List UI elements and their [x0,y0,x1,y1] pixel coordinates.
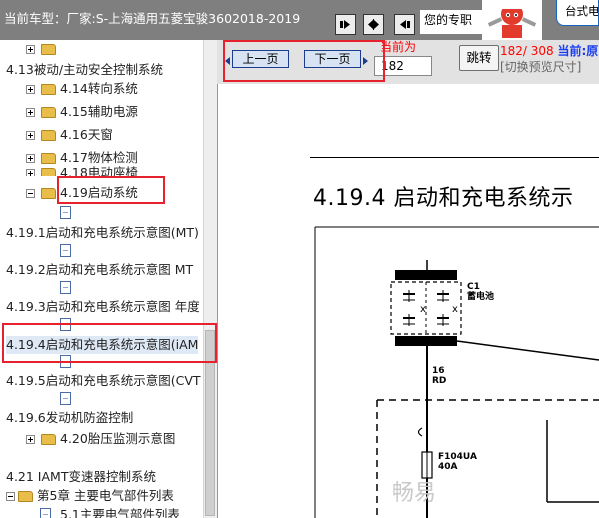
document-icon [60,281,71,294]
expand-plus-icon[interactable] [26,435,35,444]
folder-icon [41,84,56,95]
highlight-page-nav [223,40,385,82]
jump-button[interactable]: 跳转 [459,45,499,71]
expand-plus-icon[interactable] [26,45,35,54]
highlight-tree-4-19 [57,176,165,204]
brand-box: 台式电 [556,0,599,26]
chapter-tree: 4.13被动/主动安全控制系统 4.14转向系统 4.15辅助电源 4.16天窗… [0,40,203,518]
document-icon [60,206,71,219]
wire-number-label: 16 [432,366,445,376]
split-view-button[interactable] [363,14,384,35]
toggle-preview-size-link[interactable]: [切换预览尺寸] [500,58,581,75]
wire-color-label: RD [432,376,447,386]
split-arrows-icon [368,19,379,30]
expand-plus-icon[interactable] [26,169,35,176]
collapse-minus-icon[interactable] [26,189,35,198]
tree-item-4-18[interactable]: 4.18电动座椅 [26,164,138,176]
tree-item-4-19-3[interactable]: 4.19.3启动和充电系统示意图 年度 [6,298,200,316]
fuse-ref-label: F104UA [438,452,477,462]
folder-icon [41,153,56,164]
battery-ref-label: C1 [467,282,480,292]
folder-icon [41,107,56,118]
tree-item-4-19-6[interactable]: 4.19.6发动机防盗控制 [6,409,133,427]
highlight-tree-4-19-4 [2,323,217,363]
nav-back-button[interactable] [394,14,415,35]
document-title: 4.19.4 启动和充电系统示 [313,186,574,211]
collapse-minus-icon[interactable] [6,492,15,501]
svg-text:x: x [452,304,458,315]
page-count-value: 182/ 308 [500,44,554,58]
watermark-text: 畅易 [392,481,436,506]
tree-item-5-1[interactable]: 5.1主要电气部件列表 [60,506,180,518]
tree-item-4-15[interactable]: 4.15辅助电源 [26,103,138,121]
play-right-icon [340,20,350,29]
folder-open-icon [41,188,56,199]
battery-top-bar [395,270,457,280]
document-header-rule [310,157,599,158]
document-icon [60,244,71,257]
current-page-label: 当前为 [380,40,417,54]
tree-item-4-14[interactable]: 4.14转向系统 [26,80,138,98]
brand-slogan: 您的专职 [420,10,484,34]
nav-forward-button[interactable] [335,14,356,35]
tree-item-chapter-5[interactable]: 第5章 主要电气部件列表 [6,487,174,505]
current-model-info: 当前车型：厂家:S-上海通用五菱宝骏3602018-2019 [4,11,339,26]
folder-icon [41,130,56,141]
current-model-value: 厂家:S-上海通用五菱宝骏3602018-2019 [66,11,301,26]
mascot-logo [482,0,542,40]
expand-plus-icon[interactable] [26,154,35,163]
folder-icon [41,434,56,445]
document-icon [60,392,71,405]
tree-item-4-20[interactable]: 4.20胎压监测示意图 [26,430,175,448]
battery-bottom-bar [395,336,457,346]
play-left-icon [400,20,410,29]
tree-item-4-19-5[interactable]: 4.19.5启动和充电系统示意图(CVT [6,372,201,390]
document-icon [40,508,51,518]
tree-item-4-19-1[interactable]: 4.19.1启动和充电系统示意图(MT) [6,224,199,242]
page-current-link[interactable]: 当前:原 [558,44,599,58]
svg-text:x: x [420,304,426,315]
mechanic-mascot-icon [487,3,537,38]
tree-item-4-19-2[interactable]: 4.19.2启动和充电系统示意图 MT [6,261,193,279]
tree-item-folder-0[interactable] [26,40,60,58]
expand-plus-icon[interactable] [26,108,35,117]
fuse-rating-label: 40A [438,462,458,472]
battery-name-label: 蓄电池 [467,292,495,302]
folder-icon [41,168,56,176]
folder-open-icon [18,491,33,502]
tree-item-4-13[interactable]: 4.13被动/主动安全控制系统 [6,61,163,79]
wiring-diagram: x x 畅易 [314,226,599,518]
tree-item-4-16[interactable]: 4.16天窗 [26,126,113,144]
battery-cells: x x [403,290,458,326]
expand-plus-icon[interactable] [26,131,35,140]
page-counter: 182/ 308 当前:原 [500,42,598,59]
folder-icon [41,44,56,55]
expand-plus-icon[interactable] [26,85,35,94]
tree-item-4-21[interactable]: 4.21 IAMT变速器控制系统 [6,468,156,486]
current-model-label: 当前车型： [4,11,67,26]
